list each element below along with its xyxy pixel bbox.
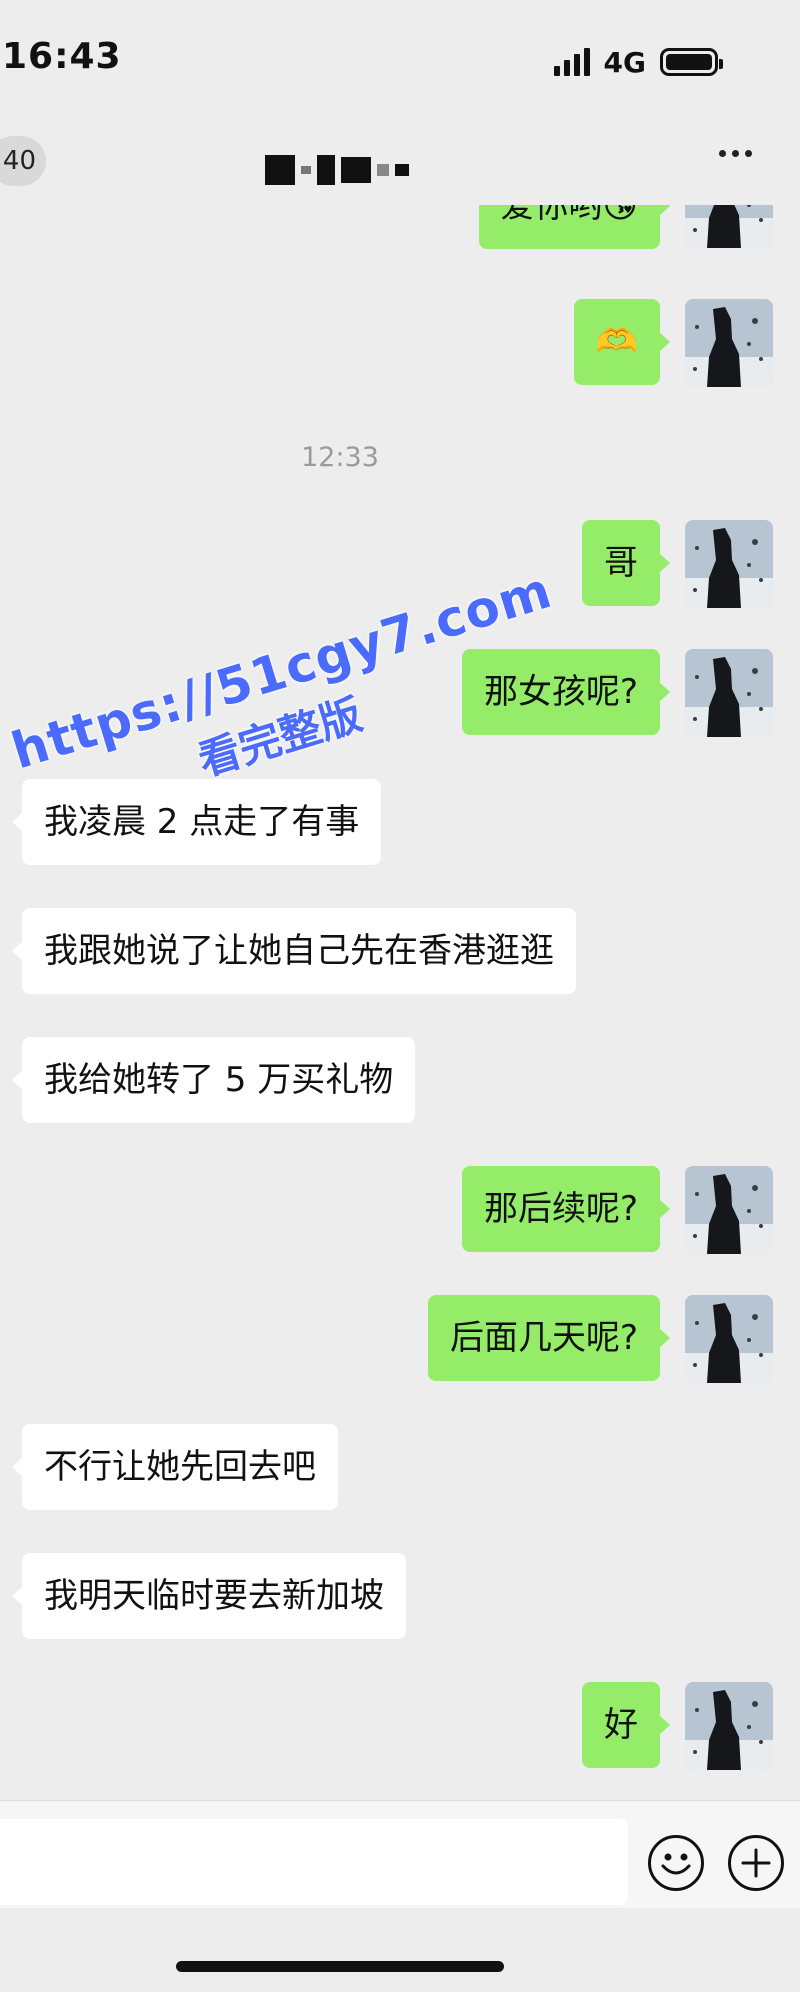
input-bar xyxy=(0,1800,800,1908)
avatar[interactable] xyxy=(685,1166,773,1254)
outgoing-bubble[interactable]: 那后续呢? xyxy=(461,1166,671,1252)
home-indicator[interactable] xyxy=(176,1961,504,1972)
message-row: 爱你哟😘 xyxy=(0,205,800,250)
network-type: 4G xyxy=(603,45,646,79)
message-row: 不行让她先回去吧 xyxy=(0,1424,800,1514)
avatar[interactable] xyxy=(685,1295,773,1383)
message-row: 哥 xyxy=(0,520,800,610)
message-row: 我凌晨 2 点走了有事 xyxy=(0,779,800,869)
outgoing-bubble[interactable]: 后面几天呢? xyxy=(427,1295,671,1381)
battery-icon xyxy=(660,48,723,76)
incoming-bubble[interactable]: 我给她转了 5 万买礼物 xyxy=(11,1037,416,1123)
status-indicators: 4G xyxy=(553,42,723,82)
message-row: 🫶 xyxy=(0,299,800,389)
avatar[interactable] xyxy=(685,299,773,387)
avatar[interactable] xyxy=(685,1682,773,1770)
smiley-icon[interactable] xyxy=(648,1835,704,1891)
avatar[interactable] xyxy=(685,520,773,608)
status-time: 16:43 xyxy=(2,36,122,77)
message-row: 我给她转了 5 万买礼物 xyxy=(0,1037,800,1127)
message-list[interactable]: 爱你哟😘 🫶 12:33 哥 那女孩呢? 我凌晨 2 点走了有事 我跟她说了让她… xyxy=(0,205,800,1800)
status-bar: 16:43 4G xyxy=(0,0,800,120)
message-row: 我明天临时要去新加坡 xyxy=(0,1553,800,1643)
avatar[interactable] xyxy=(685,205,773,248)
outgoing-bubble[interactable]: 好 xyxy=(582,1682,670,1768)
more-options-button[interactable] xyxy=(719,150,752,157)
message-row: 后面几天呢? xyxy=(0,1295,800,1385)
time-divider: 12:33 xyxy=(301,442,379,473)
message-row: 那后续呢? xyxy=(0,1166,800,1256)
message-row: 我跟她说了让她自己先在香港逛逛 xyxy=(0,908,800,998)
outgoing-bubble[interactable]: 哥 xyxy=(582,520,670,606)
plus-circle-icon[interactable] xyxy=(728,1835,784,1891)
message-input[interactable] xyxy=(0,1819,628,1905)
incoming-bubble[interactable]: 不行让她先回去吧 xyxy=(12,1424,338,1510)
outgoing-bubble[interactable]: 那女孩呢? xyxy=(461,649,671,735)
incoming-bubble[interactable]: 我明天临时要去新加坡 xyxy=(12,1553,406,1639)
message-row: 好 xyxy=(0,1682,800,1772)
message-row: 那女孩呢? xyxy=(0,649,800,739)
outgoing-bubble[interactable]: 🫶 xyxy=(573,299,671,385)
outgoing-bubble[interactable]: 爱你哟😘 xyxy=(478,205,671,249)
incoming-bubble[interactable]: 我凌晨 2 点走了有事 xyxy=(11,779,382,865)
back-button-unread-badge[interactable]: 40 xyxy=(0,136,46,186)
chat-header: 40 xyxy=(0,120,800,210)
incoming-bubble[interactable]: 我跟她说了让她自己先在香港逛逛 xyxy=(12,908,576,994)
avatar[interactable] xyxy=(685,649,773,737)
contact-name-censored xyxy=(265,155,409,185)
signal-icon xyxy=(553,48,590,76)
